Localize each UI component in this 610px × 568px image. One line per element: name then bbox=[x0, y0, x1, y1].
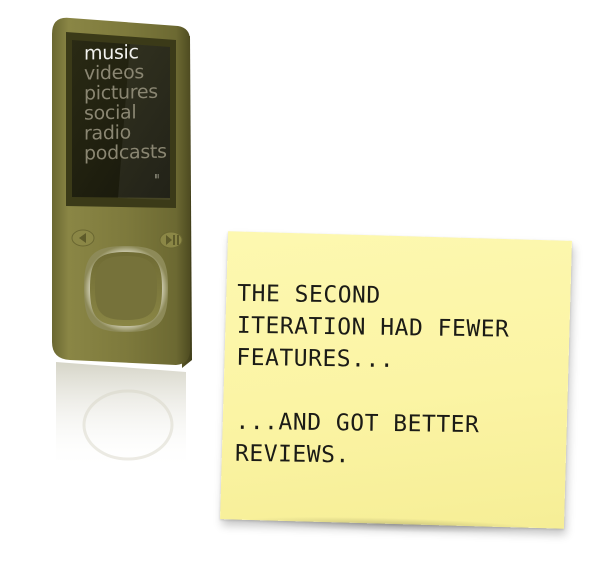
note-gap bbox=[236, 374, 558, 410]
sticky-note: The second iteration had fewer features.… bbox=[220, 231, 572, 529]
player-screen-menu: music videos pictures social radio podca… bbox=[72, 41, 168, 190]
note-line-1: The second bbox=[237, 280, 381, 309]
note-line-4: ...and got better bbox=[235, 408, 480, 439]
note-line-5: reviews. bbox=[234, 440, 350, 469]
zune-pad-icon bbox=[84, 246, 168, 332]
note-text: The second iteration had fewer features.… bbox=[235, 278, 560, 474]
menu-item-music: music bbox=[84, 41, 139, 65]
play-pause-button-icon bbox=[159, 231, 183, 249]
menu-item-social: social bbox=[84, 101, 137, 125]
note-line-2: iteration had fewer bbox=[236, 312, 510, 343]
back-button-icon bbox=[71, 229, 95, 247]
menu-item-pictures: pictures bbox=[84, 80, 158, 105]
reflection bbox=[56, 362, 186, 470]
note-line-3: features... bbox=[236, 344, 395, 373]
menu-item-podcasts: podcasts bbox=[84, 140, 167, 165]
screen-status-glyph: ≡ bbox=[152, 173, 161, 179]
